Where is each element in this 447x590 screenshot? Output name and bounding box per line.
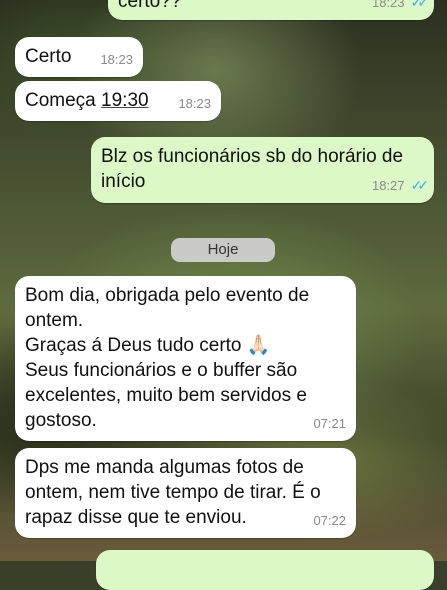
date-divider: Hoje xyxy=(171,238,275,262)
message-bubble-incoming[interactable]: Começa 19:30 18:23 xyxy=(15,81,221,121)
message-meta: 18:23 xyxy=(100,47,133,72)
message-time: 18:23 xyxy=(371,0,405,10)
message-bubble-outgoing[interactable]: certo?? 18:23 ✓✓ xyxy=(108,0,434,20)
message-bubble-outgoing[interactable] xyxy=(96,550,434,590)
message-text: Dps me manda algumas fotos de ontem, nem… xyxy=(25,457,321,528)
message-meta: 18:23 xyxy=(178,91,211,116)
message-time: 18:23 xyxy=(178,96,211,111)
double-check-icon: ✓✓ xyxy=(410,0,430,10)
message-meta: 18:27 ✓✓ xyxy=(371,173,430,198)
message-bubble-incoming[interactable]: Dps me manda algumas fotos de ontem, nem… xyxy=(15,448,356,538)
message-bubble-incoming[interactable]: Certo 18:23 xyxy=(15,37,143,77)
message-time: 07:22 xyxy=(313,513,346,528)
message-time: 18:27 xyxy=(371,178,405,193)
message-time: 07:21 xyxy=(313,416,346,431)
message-text-prefix: Começa xyxy=(25,90,102,111)
message-meta: 18:23 ✓✓ xyxy=(371,0,430,15)
time-link[interactable]: 19:30 xyxy=(101,90,149,111)
double-check-icon: ✓✓ xyxy=(410,177,430,193)
message-meta: 07:21 xyxy=(313,411,346,436)
message-time: 18:23 xyxy=(100,52,133,67)
message-text: Bom dia, obrigada pelo evento de ontem. … xyxy=(25,285,310,431)
message-bubble-outgoing[interactable]: Blz os funcionários sb do horário de iní… xyxy=(91,137,434,203)
message-meta: 07:22 xyxy=(313,508,346,533)
message-bubble-incoming[interactable]: Bom dia, obrigada pelo evento de ontem. … xyxy=(15,276,356,441)
